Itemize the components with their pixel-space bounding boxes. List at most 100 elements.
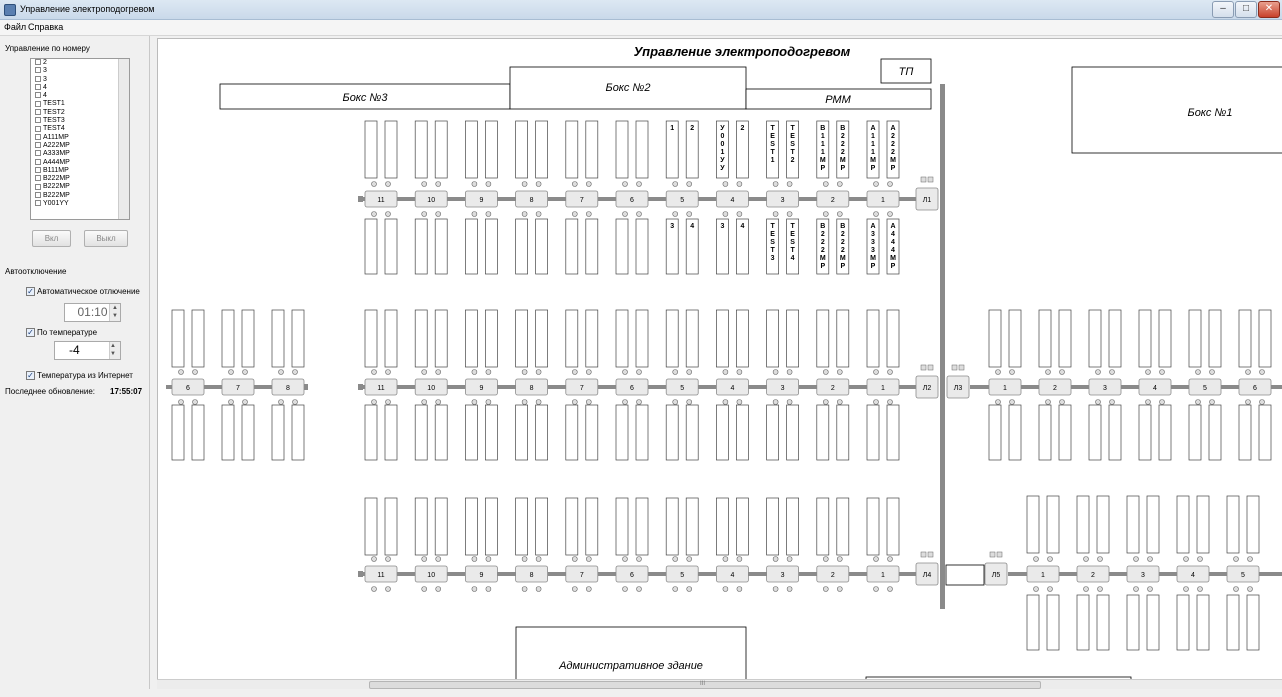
parking-spot[interactable]: [615, 497, 629, 556]
parking-spot[interactable]: [1008, 309, 1022, 368]
close-button[interactable]: ✕: [1258, 1, 1280, 18]
parking-spot[interactable]: [364, 218, 378, 275]
list-item-checkbox[interactable]: [35, 150, 41, 157]
parking-spot[interactable]: [615, 120, 629, 179]
list-item[interactable]: TEST3: [31, 117, 129, 125]
parking-spot[interactable]: [515, 497, 528, 556]
parking-spot[interactable]: [291, 309, 305, 368]
parking-spot[interactable]: [1096, 594, 1110, 651]
parking-spot[interactable]: [414, 404, 428, 461]
heating-post[interactable]: 9: [464, 565, 498, 583]
parking-spot[interactable]: [191, 309, 205, 368]
heating-post[interactable]: 2: [1038, 378, 1072, 396]
list-item-checkbox[interactable]: [35, 158, 41, 165]
heating-post[interactable]: 6: [1238, 378, 1272, 396]
list-item-checkbox[interactable]: [35, 108, 41, 115]
temp-spinner[interactable]: -4 ▲ ▼: [54, 341, 121, 360]
heating-post[interactable]: 9: [464, 190, 498, 208]
parking-spot[interactable]: [736, 497, 749, 556]
list-item-checkbox[interactable]: [35, 92, 41, 99]
heating-post[interactable]: 2: [816, 378, 850, 396]
list-item-checkbox[interactable]: [35, 175, 41, 182]
heating-post[interactable]: 2: [816, 565, 850, 583]
list-item[interactable]: A333MP: [31, 150, 129, 158]
parking-spot[interactable]: [1146, 594, 1160, 651]
parking-spot[interactable]: [786, 309, 799, 368]
parking-spot[interactable]: [766, 404, 779, 461]
heating-post[interactable]: 8: [515, 190, 549, 208]
list-item-checkbox[interactable]: [35, 67, 41, 74]
parking-spot[interactable]: [434, 404, 448, 461]
parking-spot[interactable]: [665, 309, 679, 368]
heating-post[interactable]: 4: [716, 378, 749, 396]
heating-post[interactable]: 5: [1226, 565, 1260, 583]
parking-spot[interactable]: [535, 309, 548, 368]
parking-spot[interactable]: [816, 497, 830, 556]
parking-spot[interactable]: [585, 404, 599, 461]
list-item-checkbox[interactable]: [35, 133, 41, 140]
parking-spot[interactable]: [1246, 594, 1260, 651]
parking-spot[interactable]: [585, 497, 599, 556]
list-item[interactable]: B222MP: [31, 183, 129, 191]
parking-spot[interactable]: [465, 218, 478, 275]
parking-spot[interactable]: [635, 404, 649, 461]
list-item-checkbox[interactable]: [35, 200, 41, 207]
parking-spot[interactable]: [685, 497, 699, 556]
parking-spot[interactable]: [886, 497, 900, 556]
auto-off-checkbox[interactable]: ✓: [26, 287, 35, 296]
parking-spot[interactable]: [384, 404, 398, 461]
off-button[interactable]: Выкл: [84, 230, 128, 247]
parking-spot[interactable]: [221, 309, 235, 368]
list-item-checkbox[interactable]: [35, 75, 41, 82]
parking-spot[interactable]: [535, 497, 548, 556]
parking-spot[interactable]: [836, 497, 850, 556]
parking-spot[interactable]: [766, 309, 779, 368]
heating-post[interactable]: 4: [1176, 565, 1210, 583]
heating-post[interactable]: 5: [1188, 378, 1222, 396]
parking-spot[interactable]: [1108, 404, 1122, 461]
heating-post[interactable]: 2: [816, 190, 850, 208]
parking-spot[interactable]: [866, 497, 880, 556]
heating-post[interactable]: 8: [515, 378, 549, 396]
parking-spot[interactable]: [1208, 309, 1222, 368]
parking-spot[interactable]: [736, 404, 749, 461]
heating-post[interactable]: 4: [716, 190, 749, 208]
parking-spot[interactable]: [384, 218, 398, 275]
menu-help[interactable]: Справка: [28, 22, 63, 32]
parking-spot[interactable]: [434, 309, 448, 368]
parking-spot[interactable]: [434, 218, 448, 275]
list-item[interactable]: A111MP: [31, 134, 129, 142]
parking-spot[interactable]: [1046, 594, 1060, 651]
list-item[interactable]: B222MP: [31, 192, 129, 200]
parking-spot[interactable]: [1038, 404, 1052, 461]
car-number-list[interactable]: 2 3 3 4 4 TEST1 TEST2 TEST3 TEST4 A111MP A222MP A33…: [30, 58, 130, 220]
parking-spot[interactable]: [836, 309, 850, 368]
parking-spot[interactable]: [1076, 495, 1090, 554]
parking-spot[interactable]: [585, 218, 599, 275]
parking-spot[interactable]: [836, 404, 850, 461]
parking-spot[interactable]: [816, 309, 830, 368]
parking-spot[interactable]: [585, 309, 599, 368]
parking-spot[interactable]: [635, 120, 649, 179]
list-item-checkbox[interactable]: [35, 183, 41, 190]
parking-spot[interactable]: [736, 309, 749, 368]
parking-spot[interactable]: [615, 404, 629, 461]
heating-post[interactable]: 8: [271, 378, 305, 396]
parking-spot[interactable]: [364, 120, 378, 179]
parking-spot[interactable]: [535, 218, 548, 275]
heating-post[interactable]: 11: [364, 565, 398, 583]
parking-spot[interactable]: [515, 120, 528, 179]
parking-spot[interactable]: [1088, 309, 1102, 368]
parking-spot[interactable]: [565, 404, 579, 461]
parking-spot[interactable]: [786, 497, 799, 556]
list-item[interactable]: A444MP: [31, 159, 129, 167]
parking-spot[interactable]: [766, 497, 779, 556]
parking-spot[interactable]: [1126, 495, 1140, 554]
menu-file[interactable]: Файл: [4, 22, 26, 32]
parking-spot[interactable]: [565, 309, 579, 368]
parking-spot[interactable]: [665, 404, 679, 461]
heating-post[interactable]: 11: [364, 378, 398, 396]
parking-spot[interactable]: [271, 404, 285, 461]
heating-post[interactable]: 7: [221, 378, 255, 396]
parking-spot[interactable]: [1026, 594, 1040, 651]
